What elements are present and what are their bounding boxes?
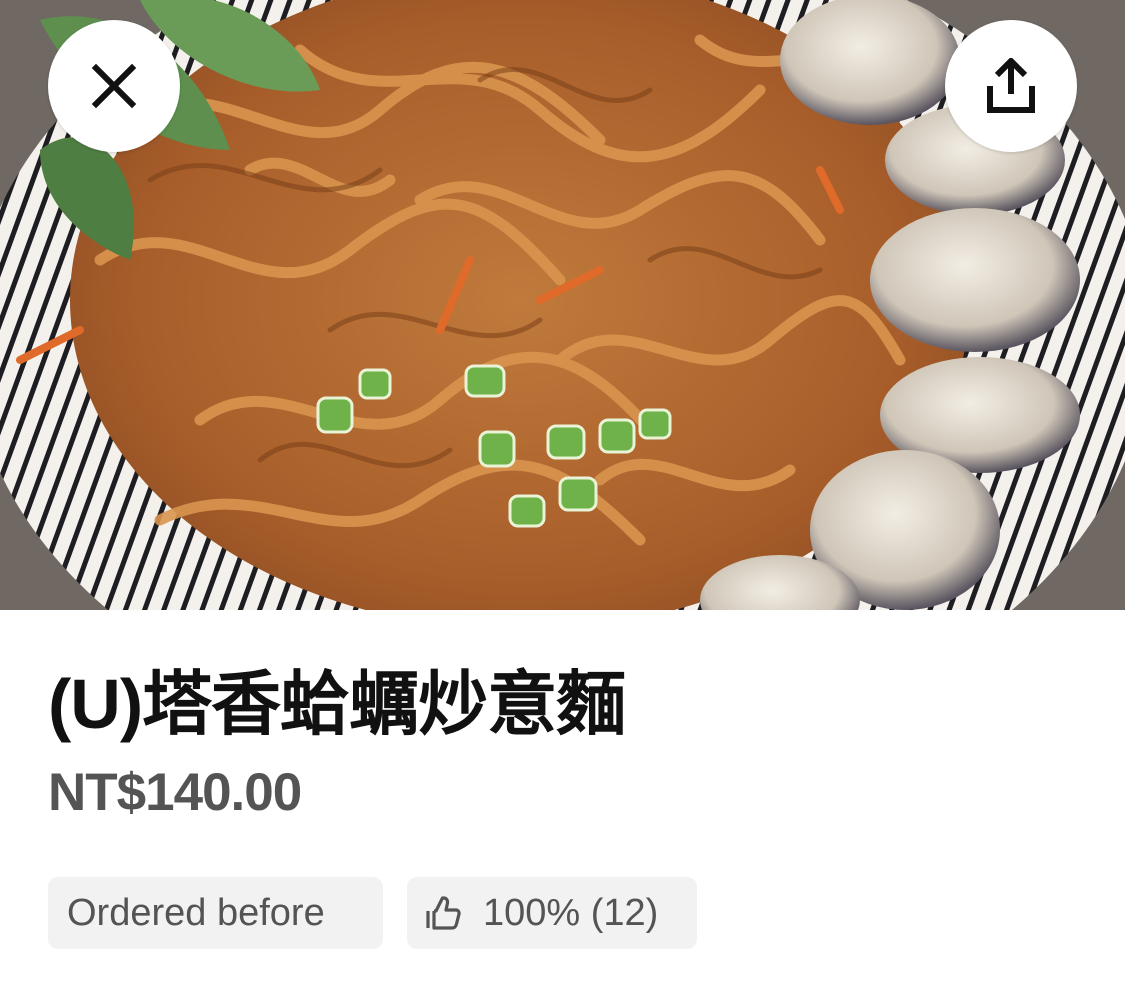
- share-icon: [987, 58, 1035, 113]
- thumbs-up-icon: [426, 896, 461, 930]
- item-title: (U)塔香蛤蠣炒意麵: [48, 665, 626, 743]
- rating-badge: 100% (12): [407, 877, 697, 949]
- ordered-before-label: Ordered before: [67, 892, 325, 934]
- close-button[interactable]: [48, 20, 180, 152]
- ordered-before-badge: Ordered before: [48, 877, 383, 949]
- close-icon: [91, 63, 137, 109]
- share-button[interactable]: [945, 20, 1077, 152]
- rating-text: 100% (12): [483, 892, 659, 934]
- item-price: NT$140.00: [48, 763, 302, 822]
